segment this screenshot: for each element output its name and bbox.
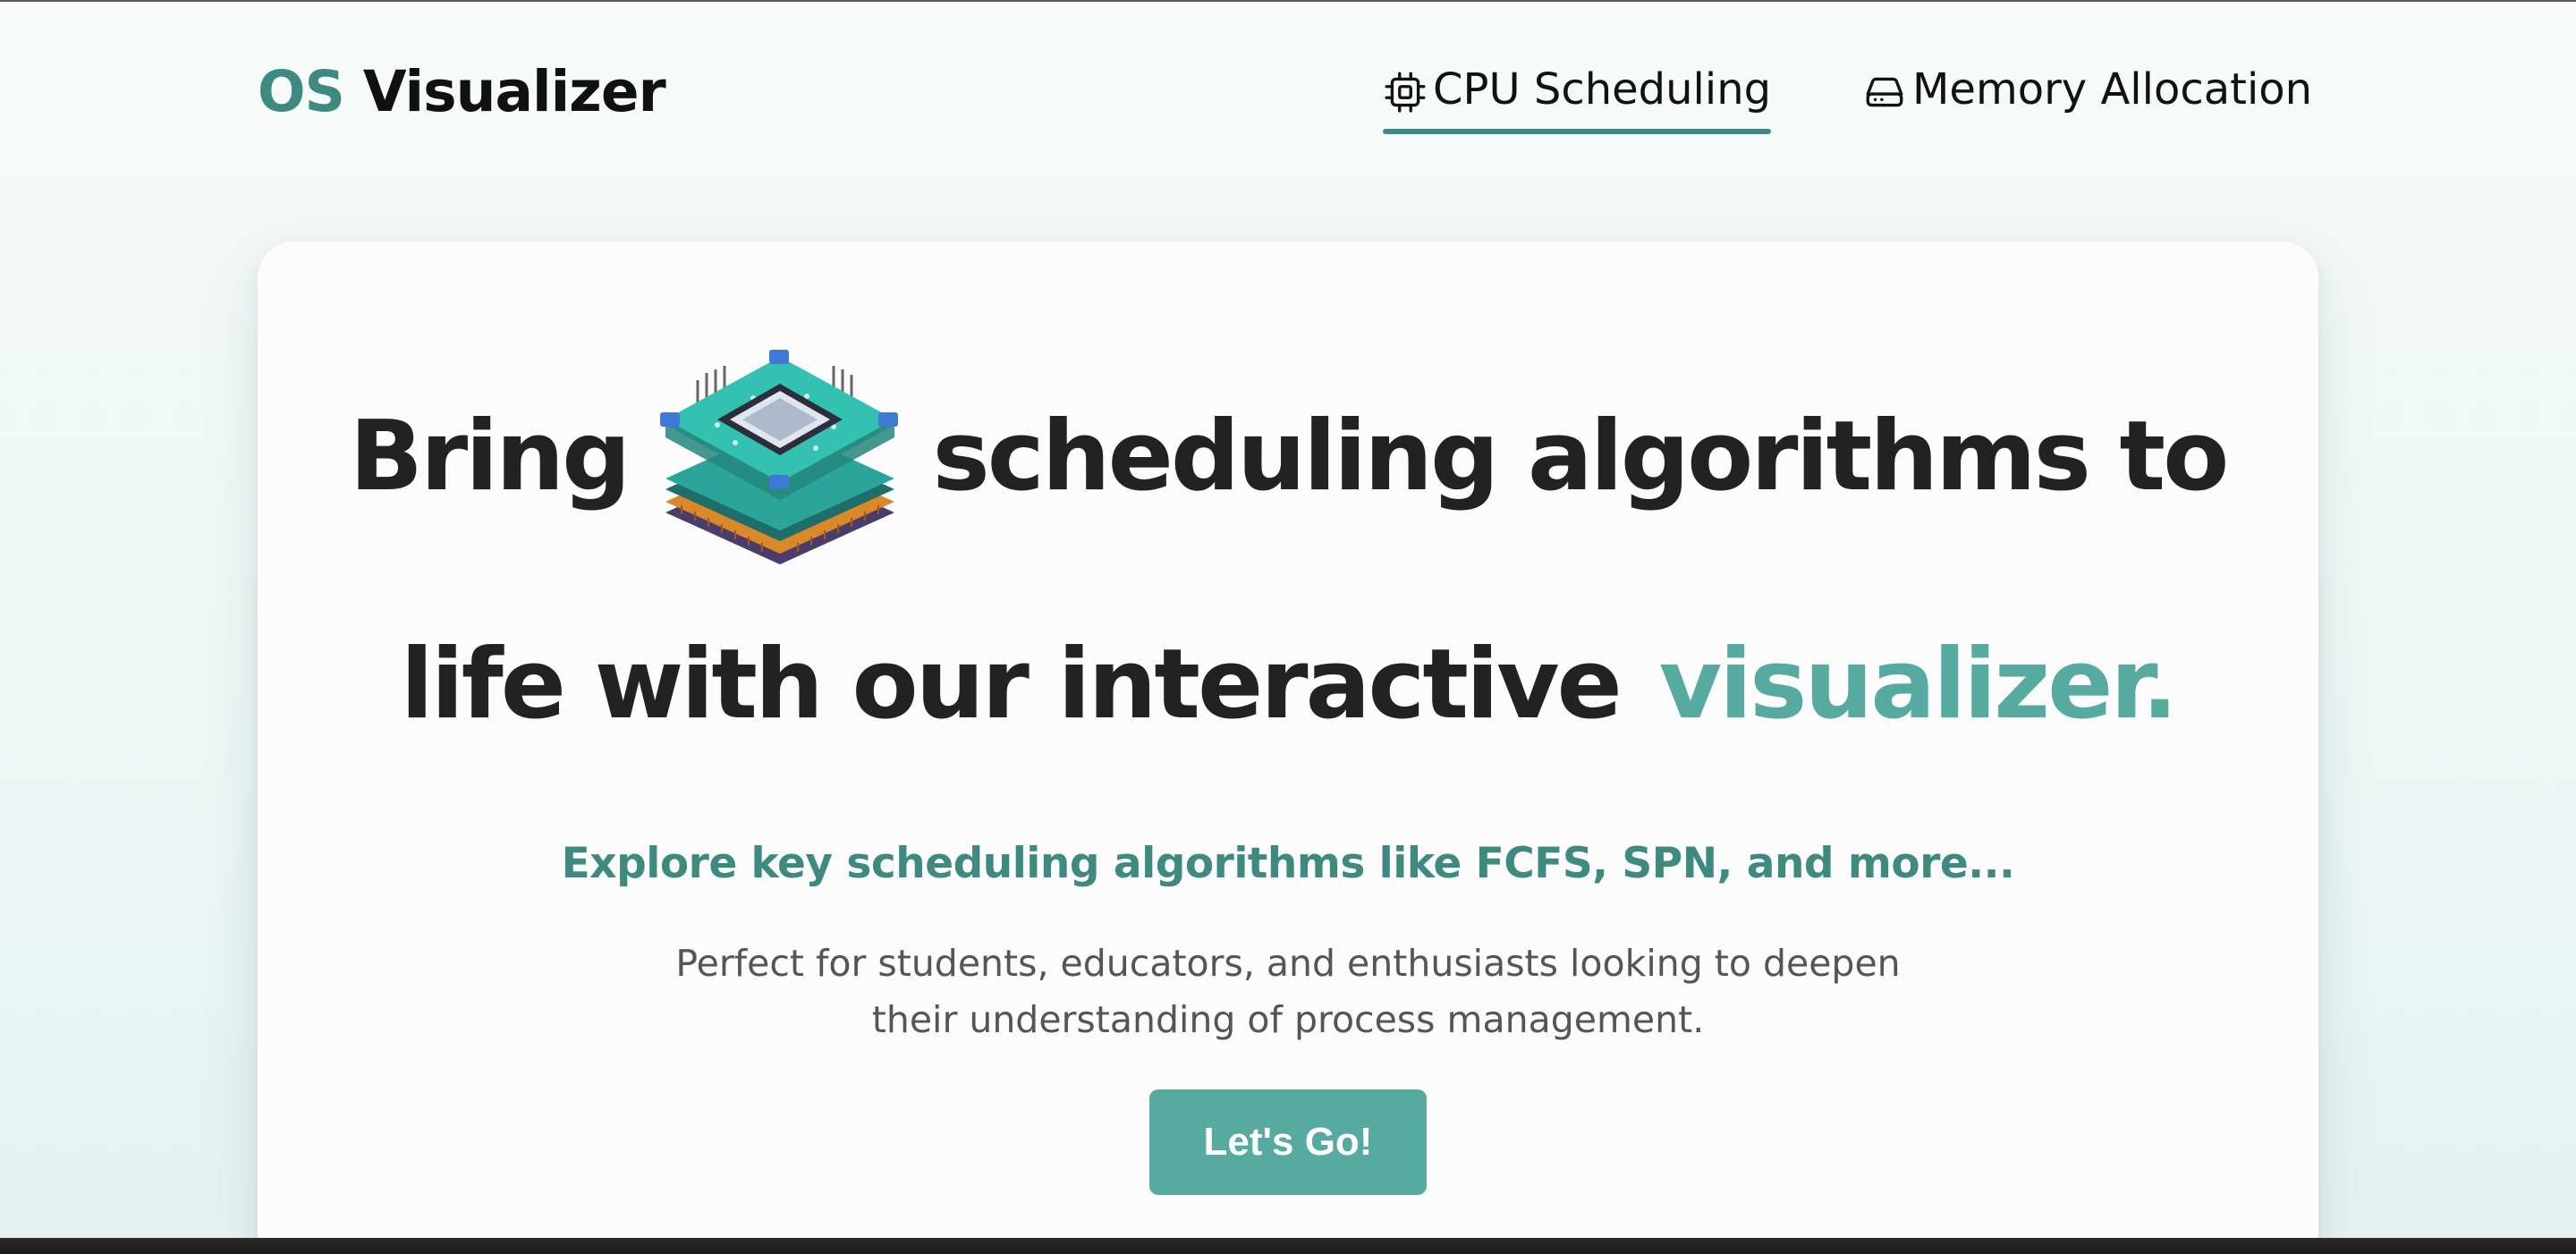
nav-item-label: Memory Allocation	[1912, 64, 2313, 114]
hero-heading-end: scheduling algorithms to	[932, 400, 2229, 513]
lets-go-button[interactable]: Let's Go!	[1149, 1089, 1427, 1195]
hero-heading-line-2: life with our interactive visualizer.	[258, 595, 2318, 774]
hero-heading-start: Bring	[349, 400, 631, 513]
hero-subtitle: Explore key scheduling algorithms like F…	[561, 839, 2015, 888]
window-top-edge	[0, 0, 2576, 2]
logo-name: Visualizer	[362, 59, 666, 124]
nav-item-label: CPU Scheduling	[1433, 64, 1772, 114]
hero-heading-accent: visualizer.	[1658, 628, 2179, 741]
hero-card: Bring scheduling algorithms to life with…	[258, 241, 2318, 1254]
nav-item-memory-allocation[interactable]: Memory Allocation	[1862, 64, 2312, 134]
processor-chip-illustration	[660, 350, 899, 564]
hero-heading-line-1: Bring scheduling algorithms to	[258, 340, 2318, 572]
hero-description: Perfect for students, educators, and ent…	[675, 942, 1901, 1041]
cpu-icon	[1385, 72, 1426, 113]
logo-prefix: OS	[258, 59, 345, 124]
hard-drive-icon	[1866, 77, 1903, 107]
window-bottom-edge	[0, 1238, 2576, 1254]
nav-item-cpu-scheduling[interactable]: CPU Scheduling	[1383, 64, 1772, 134]
site-logo[interactable]: OS Visualizer	[258, 59, 666, 124]
hero-heading-line2-start: life with our interactive	[400, 628, 1623, 741]
